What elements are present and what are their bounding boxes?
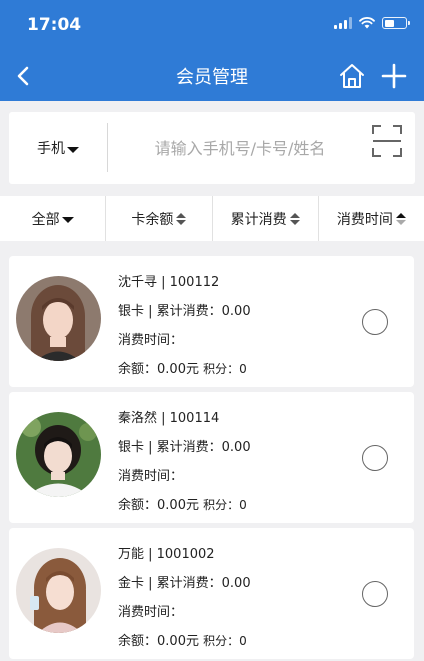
member-info: 沈千寻 | 100112 银卡 | 累计消费：0.00 消费时间： 余额：0.0…: [118, 268, 251, 384]
member-spend-time: 消费时间：: [118, 469, 184, 484]
balance-label: 余额：: [118, 498, 158, 513]
status-icons: [334, 17, 410, 29]
scan-icon[interactable]: [371, 124, 403, 158]
search-type-select[interactable]: 手机: [9, 112, 107, 184]
member-spend-time: 消费时间：: [118, 605, 184, 620]
member-card-type: 金卡 | 累计消费：0.00: [118, 576, 251, 591]
member-card[interactable]: 万能 | 1001002 金卡 | 累计消费：0.00 消费时间： 余额：0.0…: [9, 528, 414, 659]
divider: [107, 123, 108, 172]
status-time: 17:04: [27, 15, 82, 35]
filter-card-balance-label: 卡余额: [131, 211, 174, 228]
select-radio[interactable]: [362, 309, 388, 335]
select-radio[interactable]: [362, 445, 388, 471]
avatar: [16, 412, 101, 497]
member-card-type: 银卡 | 累计消费：0.00: [118, 304, 251, 319]
filter-spend-time[interactable]: 消费时间: [317, 196, 424, 241]
member-card-type: 银卡 | 累计消费：0.00: [118, 440, 251, 455]
filter-total-spend[interactable]: 累计消费: [211, 196, 318, 241]
select-radio[interactable]: [362, 581, 388, 607]
balance-label: 余额：: [118, 362, 158, 377]
filter-total-spend-label: 累计消费: [230, 211, 287, 228]
balance-value: 0.00元: [157, 362, 199, 377]
points-value: 0: [239, 362, 247, 376]
balance-label: 余额：: [118, 634, 158, 649]
member-spend-time: 消费时间：: [118, 333, 184, 348]
member-name-id: 秦洛然 | 100114: [118, 411, 220, 426]
member-card[interactable]: 秦洛然 | 100114 银卡 | 累计消费：0.00 消费时间： 余额：0.0…: [9, 392, 414, 523]
filter-all-label: 全部: [31, 211, 60, 228]
member-balance-line: 余额：0.00元 积分：0: [118, 491, 251, 520]
avatar: [16, 548, 101, 633]
sort-icon: [395, 212, 406, 225]
points-label: 积分：: [203, 362, 240, 376]
battery-icon: [382, 17, 410, 29]
filter-all[interactable]: 全部: [0, 196, 105, 241]
points-value: 0: [239, 498, 247, 512]
filter-spend-time-label: 消费时间: [336, 211, 393, 228]
member-balance-line: 余额：0.00元 积分：0: [118, 627, 251, 656]
avatar: [16, 276, 101, 361]
balance-value: 0.00元: [157, 634, 199, 649]
sort-icon: [289, 212, 300, 225]
header: 17:04 会员管理: [0, 0, 424, 101]
plus-icon[interactable]: [381, 63, 407, 89]
member-card[interactable]: 沈千寻 | 100112 银卡 | 累计消费：0.00 消费时间： 余额：0.0…: [9, 256, 414, 387]
filter-card-balance[interactable]: 卡余额: [105, 196, 211, 241]
member-name-id: 沈千寻 | 100112: [118, 275, 220, 290]
search-box: 手机: [9, 112, 415, 184]
dropdown-arrow-icon: [61, 217, 74, 223]
points-label: 积分：: [203, 498, 240, 512]
dropdown-arrow-icon: [67, 146, 79, 153]
home-icon[interactable]: [338, 62, 366, 90]
member-balance-line: 余额：0.00元 积分：0: [118, 355, 251, 384]
member-name-id: 万能 | 1001002: [118, 547, 215, 562]
points-label: 积分：: [203, 634, 240, 648]
member-list: 沈千寻 | 100112 银卡 | 累计消费：0.00 消费时间： 余额：0.0…: [9, 256, 414, 661]
search-type-label: 手机: [37, 141, 65, 157]
balance-value: 0.00元: [157, 498, 199, 513]
sort-icon: [176, 212, 187, 225]
member-info: 秦洛然 | 100114 银卡 | 累计消费：0.00 消费时间： 余额：0.0…: [118, 404, 251, 520]
member-info: 万能 | 1001002 金卡 | 累计消费：0.00 消费时间： 余额：0.0…: [118, 540, 251, 656]
search-input[interactable]: [115, 130, 365, 166]
filter-bar: 全部 卡余额 累计消费 消费时间: [0, 196, 424, 241]
wifi-icon: [359, 17, 375, 29]
signal-icon: [334, 17, 352, 29]
points-value: 0: [239, 634, 247, 648]
